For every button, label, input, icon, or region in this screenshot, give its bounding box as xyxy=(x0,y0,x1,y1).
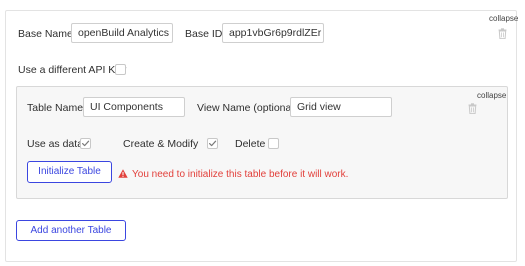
delete-label: Delete xyxy=(235,138,266,150)
table-name-input[interactable]: UI Components xyxy=(83,97,185,117)
api-key-checkbox[interactable] xyxy=(115,64,126,75)
add-another-table-button[interactable]: Add another Table xyxy=(16,220,126,241)
base-id-input[interactable]: app1vbGr6p9rdlZEr xyxy=(222,23,324,43)
use-as-data-label: Use as data xyxy=(27,138,84,150)
view-name-label: View Name (optional) xyxy=(197,102,298,114)
check-icon xyxy=(209,140,217,147)
use-as-data-checkbox[interactable] xyxy=(80,138,91,149)
trash-icon[interactable] xyxy=(468,103,477,114)
create-modify-checkbox[interactable] xyxy=(207,138,218,149)
check-icon xyxy=(82,140,90,147)
view-name-input[interactable]: Grid view xyxy=(290,97,392,117)
base-collapse-link[interactable]: collapse xyxy=(489,14,518,23)
api-key-label: Use a different API Key xyxy=(18,64,127,76)
base-id-label: Base ID xyxy=(185,28,223,40)
trash-icon[interactable] xyxy=(498,28,507,39)
warning-icon xyxy=(118,169,128,178)
initialize-warning-text: You need to initialize this table before… xyxy=(132,169,349,180)
delete-checkbox[interactable] xyxy=(268,138,279,149)
base-name-input[interactable]: openBuild Analytics xyxy=(71,23,173,43)
base-name-label: Base Name xyxy=(18,28,73,40)
table-name-label: Table Name xyxy=(27,102,84,114)
table-collapse-link[interactable]: collapse xyxy=(477,91,506,100)
initialize-table-button[interactable]: Initialize Table xyxy=(27,161,112,183)
create-modify-label: Create & Modify xyxy=(123,138,199,150)
